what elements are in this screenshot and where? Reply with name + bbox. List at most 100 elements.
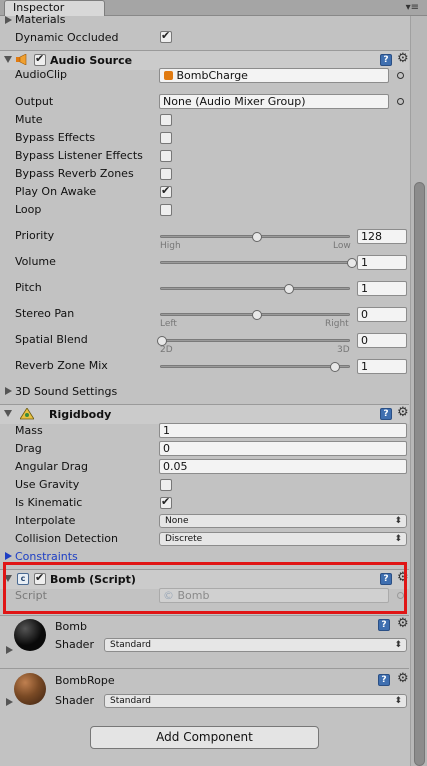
stereo-pan-left-caption: Left bbox=[160, 319, 177, 329]
bypass-effects-checkbox[interactable] bbox=[160, 132, 172, 144]
scrollbar-thumb[interactable] bbox=[414, 182, 425, 766]
gear-icon[interactable]: ⚙ bbox=[397, 51, 409, 66]
reverb-zone-mix-slider[interactable] bbox=[160, 365, 350, 368]
constraints-foldout-icon[interactable] bbox=[5, 552, 12, 560]
mass-value: 1 bbox=[163, 424, 170, 437]
use-gravity-checkbox[interactable] bbox=[160, 479, 172, 491]
pitch-value: 1 bbox=[361, 282, 368, 295]
vertical-scrollbar[interactable] bbox=[410, 16, 427, 766]
audio-clip-field[interactable]: BombCharge bbox=[159, 68, 389, 83]
audio-source-header[interactable]: Audio Source ? ⚙ bbox=[0, 50, 409, 70]
object-picker-icon[interactable] bbox=[397, 72, 404, 79]
stereo-pan-value: 0 bbox=[361, 308, 368, 321]
angular-drag-input[interactable]: 0.05 bbox=[159, 459, 407, 474]
audio-clip-icon bbox=[164, 71, 173, 80]
collision-detection-dropdown[interactable]: Discrete bbox=[159, 532, 407, 546]
mute-checkbox[interactable] bbox=[160, 114, 172, 126]
spatial-blend-slider[interactable] bbox=[160, 339, 350, 342]
sound-settings-label[interactable]: 3D Sound Settings bbox=[15, 385, 117, 398]
output-field[interactable]: None (Audio Mixer Group) bbox=[159, 94, 389, 109]
reverb-zone-mix-input[interactable]: 1 bbox=[357, 359, 407, 374]
reverb-zone-mix-slider-knob[interactable] bbox=[329, 362, 340, 372]
pitch-slider-knob[interactable] bbox=[284, 284, 295, 294]
highlight-box bbox=[3, 562, 407, 614]
stereo-pan-input[interactable]: 0 bbox=[357, 307, 407, 322]
toggle-label: Mute bbox=[15, 113, 43, 126]
drag-value: 0 bbox=[163, 442, 170, 455]
audio-source-foldout-icon[interactable] bbox=[4, 56, 12, 63]
drag-label: Drag bbox=[15, 442, 42, 455]
shader-value: Standard bbox=[110, 696, 151, 706]
interpolate-label: Interpolate bbox=[15, 514, 76, 527]
priority-value: 128 bbox=[361, 230, 382, 243]
priority-slider-knob[interactable] bbox=[252, 232, 262, 242]
mass-label: Mass bbox=[15, 424, 43, 437]
help-icon[interactable]: ? bbox=[380, 54, 392, 66]
material-preview-sphere bbox=[14, 673, 46, 705]
materials-foldout-icon[interactable] bbox=[5, 16, 12, 24]
material-name: Bomb bbox=[55, 620, 87, 633]
volume-slider[interactable] bbox=[160, 261, 350, 264]
priority-input[interactable]: 128 bbox=[357, 229, 407, 244]
gear-icon[interactable]: ⚙ bbox=[397, 671, 409, 686]
speaker-icon bbox=[16, 54, 27, 65]
drag-input[interactable]: 0 bbox=[159, 441, 407, 456]
shader-label: Shader bbox=[55, 694, 94, 707]
output-value: None (Audio Mixer Group) bbox=[163, 95, 306, 108]
rigidbody-header[interactable]: Rigidbody ? ⚙ bbox=[0, 404, 409, 424]
loop-checkbox[interactable] bbox=[160, 204, 172, 216]
spatial-blend-value: 0 bbox=[361, 334, 368, 347]
angular-drag-value: 0.05 bbox=[163, 460, 188, 473]
add-component-button[interactable]: Add Component bbox=[90, 726, 319, 749]
bypass-listener-effects-checkbox[interactable] bbox=[160, 150, 172, 162]
priority-label: Priority bbox=[15, 229, 55, 242]
gear-icon[interactable]: ⚙ bbox=[397, 616, 409, 631]
pitch-slider[interactable] bbox=[160, 287, 350, 290]
rigidbody-foldout-icon[interactable] bbox=[4, 410, 12, 417]
material-bomb-rope[interactable]: BombRope Shader Standard ? ⚙ bbox=[0, 668, 409, 716]
pitch-label: Pitch bbox=[15, 281, 42, 294]
help-icon[interactable]: ? bbox=[378, 619, 390, 631]
materials-label[interactable]: Materials bbox=[15, 13, 65, 26]
add-component-label: Add Component bbox=[156, 730, 253, 744]
mass-input[interactable]: 1 bbox=[159, 423, 407, 438]
dynamic-occluded-checkbox[interactable] bbox=[160, 29, 172, 43]
help-icon[interactable]: ? bbox=[380, 408, 392, 420]
use-gravity-label: Use Gravity bbox=[15, 478, 80, 491]
toggle-label: Play On Awake bbox=[15, 185, 97, 198]
sound-settings-foldout-icon[interactable] bbox=[5, 387, 12, 395]
audio-source-title: Audio Source bbox=[50, 54, 133, 67]
volume-input[interactable]: 1 bbox=[357, 255, 407, 270]
material-bomb[interactable]: Bomb Shader Standard ? ⚙ bbox=[0, 615, 409, 667]
rigidbody-icon bbox=[20, 408, 34, 420]
volume-slider-knob[interactable] bbox=[347, 258, 357, 268]
priority-high-caption: High bbox=[160, 241, 181, 251]
material-foldout-icon[interactable] bbox=[6, 698, 13, 706]
tab-menu-icon[interactable]: ▾≡ bbox=[406, 1, 419, 15]
stereo-pan-label: Stereo Pan bbox=[15, 307, 75, 320]
material-name: BombRope bbox=[55, 674, 115, 687]
help-icon[interactable]: ? bbox=[378, 674, 390, 686]
shader-dropdown[interactable]: Standard bbox=[104, 694, 407, 708]
reverb-zone-mix-value: 1 bbox=[361, 360, 368, 373]
stereo-pan-slider-knob[interactable] bbox=[252, 310, 262, 320]
spatial-blend-2d-caption: 2D bbox=[160, 345, 173, 355]
toggle-label: Bypass Reverb Zones bbox=[15, 167, 134, 180]
volume-value: 1 bbox=[361, 256, 368, 269]
interpolate-dropdown[interactable]: None bbox=[159, 514, 407, 528]
gear-icon[interactable]: ⚙ bbox=[397, 405, 409, 420]
shader-label: Shader bbox=[55, 638, 94, 651]
angular-drag-label: Angular Drag bbox=[15, 460, 88, 473]
spatial-blend-input[interactable]: 0 bbox=[357, 333, 407, 348]
audio-source-enabled-checkbox[interactable] bbox=[34, 52, 46, 66]
output-picker-icon[interactable] bbox=[397, 98, 404, 105]
is-kinematic-checkbox[interactable] bbox=[160, 495, 172, 509]
collision-detection-label: Collision Detection bbox=[15, 532, 119, 545]
shader-value: Standard bbox=[110, 640, 151, 650]
toggle-label: Bypass Listener Effects bbox=[15, 149, 143, 162]
play-on-awake-checkbox[interactable] bbox=[160, 184, 172, 198]
material-foldout-icon[interactable] bbox=[6, 646, 13, 654]
shader-dropdown[interactable]: Standard bbox=[104, 638, 407, 652]
pitch-input[interactable]: 1 bbox=[357, 281, 407, 296]
bypass-reverb-zones-checkbox[interactable] bbox=[160, 168, 172, 180]
